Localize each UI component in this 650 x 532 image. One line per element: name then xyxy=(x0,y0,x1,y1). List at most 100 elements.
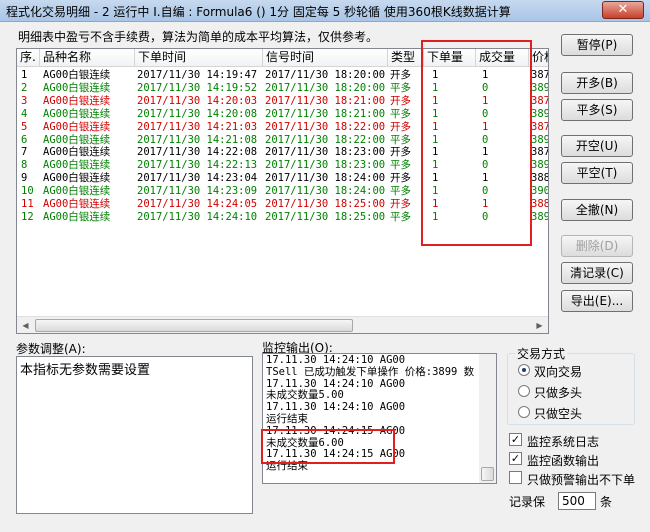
notice-text: 明细表中盈亏不含手续费，算法为简单的成本平均算法，仅供参考。 xyxy=(18,30,379,44)
close-long-button[interactable]: 平多(S) xyxy=(561,99,633,121)
radio-label[interactable]: 只做多头 xyxy=(534,384,582,401)
params-text: 本指标无参数需要设置 xyxy=(20,363,151,378)
highlight-box-quantity-columns xyxy=(421,40,532,246)
params-label: 参数调整(A): xyxy=(16,342,86,356)
checkbox[interactable]: ✓ xyxy=(509,452,522,465)
pause-button[interactable]: 暂停(P) xyxy=(561,34,633,56)
scroll-thumb[interactable] xyxy=(35,319,353,332)
radio-label[interactable]: 双向交易 xyxy=(534,363,582,380)
clear-log-button[interactable]: 清记录(C) xyxy=(561,262,633,284)
checkbox-label[interactable]: 只做预警输出不下单 xyxy=(527,471,635,488)
column-header[interactable]: 信号时间 xyxy=(263,49,388,67)
highlight-box-monitor xyxy=(261,429,395,464)
trade-mode-label: 交易方式 xyxy=(515,345,568,362)
close-short-button[interactable]: 平空(T) xyxy=(561,162,633,184)
record-keep-input[interactable]: 500 xyxy=(558,492,596,510)
cell-signal-time: 2017/11/30 18:20:00 xyxy=(265,81,386,94)
title-bar: 程式化交易明细 - 2 运行中 I.自编 : Formula6 () 1分 固定… xyxy=(0,0,650,22)
cell-signal-time: 2017/11/30 18:24:00 xyxy=(265,185,386,198)
checkbox[interactable] xyxy=(509,471,522,484)
cell-signal-time: 2017/11/30 18:24:00 xyxy=(265,172,386,185)
column-header[interactable]: 品种名称 xyxy=(40,49,135,67)
cell-price: 387 xyxy=(531,94,549,107)
cell-idx: 1 xyxy=(21,69,28,81)
cell-signal-time: 2017/11/30 18:20:00 xyxy=(265,69,386,81)
monitor-output[interactable]: 17.11.30 14:24:10 AG00 TSell 已成功触发下单操作 价格… xyxy=(262,353,497,484)
scroll-left-arrow-icon[interactable]: ◀ xyxy=(17,317,34,333)
cell-order-time: 2017/11/30 14:24:05 xyxy=(137,198,258,210)
cancel-all-button[interactable]: 全撤(N) xyxy=(561,199,633,221)
cell-type: 开多 xyxy=(390,146,411,159)
cell-order-time: 2017/11/30 14:19:52 xyxy=(137,81,258,94)
open-short-button[interactable]: 开空(U) xyxy=(561,135,633,157)
cell-signal-time: 2017/11/30 18:23:00 xyxy=(265,146,386,159)
horizontal-scrollbar[interactable]: ◀ ▶ xyxy=(17,316,548,333)
cell-idx: 9 xyxy=(21,172,28,185)
cell-name: AG00白银连续 xyxy=(43,69,111,81)
cell-price: 387 xyxy=(531,120,549,133)
cell-idx: 10 xyxy=(21,185,34,198)
cell-name: AG00白银连续 xyxy=(43,210,111,223)
cell-type: 开多 xyxy=(390,69,411,81)
column-header[interactable]: 类型 xyxy=(388,49,424,67)
cell-price: 387 xyxy=(531,69,549,81)
radio-trade-mode[interactable] xyxy=(518,406,530,418)
cell-signal-time: 2017/11/30 18:25:00 xyxy=(265,198,386,210)
cell-signal-time: 2017/11/30 18:21:00 xyxy=(265,94,386,107)
cell-price: 388 xyxy=(531,172,549,185)
checkbox-label[interactable]: 监控函数输出 xyxy=(527,452,599,469)
cell-order-time: 2017/11/30 14:19:47 xyxy=(137,69,258,81)
cell-idx: 6 xyxy=(21,133,28,146)
cell-name: AG00白银连续 xyxy=(43,120,111,133)
column-header[interactable]: 下单时间 xyxy=(135,49,263,67)
column-header[interactable]: 序. xyxy=(17,49,40,67)
cell-type: 开多 xyxy=(390,94,411,107)
cell-name: AG00白银连续 xyxy=(43,185,111,198)
close-button[interactable]: ✕ xyxy=(602,1,644,19)
cell-type: 开多 xyxy=(390,172,411,185)
cell-type: 平多 xyxy=(390,133,411,146)
scroll-right-arrow-icon[interactable]: ▶ xyxy=(531,317,548,333)
cell-price: 388 xyxy=(531,198,549,210)
delete-button[interactable]: 删除(D) xyxy=(561,235,633,257)
column-header[interactable]: 价格 xyxy=(529,49,548,67)
window-title: 程式化交易明细 - 2 运行中 I.自编 : Formula6 () 1分 固定… xyxy=(6,5,511,19)
cell-name: AG00白银连续 xyxy=(43,159,111,172)
radio-trade-mode[interactable] xyxy=(518,385,530,397)
cell-order-time: 2017/11/30 14:22:08 xyxy=(137,146,258,159)
cell-name: AG00白银连续 xyxy=(43,172,111,185)
cell-name: AG00白银连续 xyxy=(43,94,111,107)
cell-type: 平多 xyxy=(390,159,411,172)
cell-type: 平多 xyxy=(390,185,411,198)
cell-type: 开多 xyxy=(390,120,411,133)
cell-price: 389 xyxy=(531,159,549,172)
cell-type: 开多 xyxy=(390,198,411,210)
cell-order-time: 2017/11/30 14:21:03 xyxy=(137,120,258,133)
checkbox[interactable]: ✓ xyxy=(509,433,522,446)
cell-signal-time: 2017/11/30 18:22:00 xyxy=(265,120,386,133)
open-long-button[interactable]: 开多(B) xyxy=(561,72,633,94)
cell-name: AG00白银连续 xyxy=(43,146,111,159)
cell-idx: 4 xyxy=(21,107,28,120)
export-button[interactable]: 导出(E)... xyxy=(561,290,633,312)
radio-label[interactable]: 只做空头 xyxy=(534,405,582,422)
cell-name: AG00白银连续 xyxy=(43,198,111,210)
checkbox-label[interactable]: 监控系统日志 xyxy=(527,433,599,450)
record-keep-label: 记录保 xyxy=(509,495,546,509)
vertical-scrollbar[interactable] xyxy=(479,354,496,483)
radio-trade-mode[interactable] xyxy=(518,364,530,376)
params-box[interactable]: 本指标无参数需要设置 xyxy=(16,356,253,514)
cell-price: 389 xyxy=(531,107,549,120)
cell-idx: 12 xyxy=(21,210,34,223)
monitor-line: TSell 已成功触发下单操作 价格:3899 数 xyxy=(266,365,475,378)
record-keep-unit: 条 xyxy=(600,495,613,509)
cell-price: 387 xyxy=(531,146,549,159)
cell-type: 平多 xyxy=(390,107,411,120)
cell-order-time: 2017/11/30 14:21:08 xyxy=(137,133,258,146)
cell-order-time: 2017/11/30 14:24:10 xyxy=(137,210,258,223)
cell-idx: 11 xyxy=(21,198,34,210)
cell-idx: 5 xyxy=(21,120,28,133)
cell-idx: 7 xyxy=(21,146,28,159)
cell-signal-time: 2017/11/30 18:25:00 xyxy=(265,210,386,223)
scroll-thumb[interactable] xyxy=(481,467,494,481)
